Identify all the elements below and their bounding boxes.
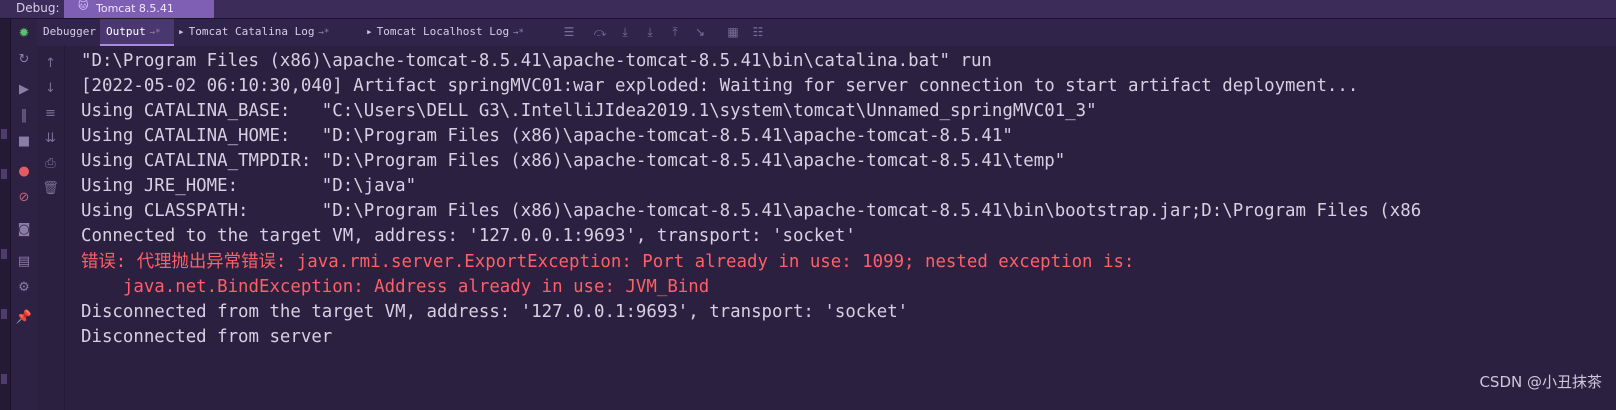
menu-icon[interactable]: ☰ xyxy=(561,24,577,40)
tab-output[interactable]: Output →* xyxy=(100,19,174,46)
strip-marker[interactable] xyxy=(1,249,7,259)
tab-label: Output xyxy=(106,25,146,38)
tab-tomcat-catalina-log[interactable]: ▸ Tomcat Catalina Log →* xyxy=(172,19,360,46)
tab-label: Tomcat Catalina Log xyxy=(188,25,315,38)
console-output[interactable]: "D:\Program Files (x86)\apache-tomcat-8.… xyxy=(65,46,1616,410)
console-icon: ▸ xyxy=(366,25,373,38)
session-tab-tomcat[interactable]: 🐱 Tomcat 8.5.41 xyxy=(64,0,214,18)
console-line: Using CATALINA_HOME: "D:\Program Files (… xyxy=(81,126,1013,146)
console-error-line: 错误: 代理抛出异常错误: java.rmi.server.ExportExce… xyxy=(81,252,1135,272)
scroll-up-icon[interactable]: ↑ xyxy=(41,54,60,73)
pause-icon[interactable]: ‖ xyxy=(15,107,33,125)
tab-pin: →* xyxy=(149,28,161,38)
console-error-line: java.net.BindException: Address already … xyxy=(81,277,710,297)
layout-icon[interactable]: ▤ xyxy=(15,253,33,271)
strip-marker[interactable] xyxy=(1,374,7,384)
step-into-icon[interactable]: ⤓ xyxy=(617,24,633,40)
tab-label: Tomcat Localhost Log xyxy=(376,25,510,38)
debug-label: Debug: xyxy=(16,1,60,15)
console-icon: ▸ xyxy=(178,25,185,38)
camera-icon[interactable]: ◙ xyxy=(15,221,33,239)
console-line: Disconnected from server xyxy=(81,327,333,347)
evaluate-icon[interactable]: ▦ xyxy=(725,24,741,40)
step-out-icon[interactable]: ⤒ xyxy=(667,24,683,40)
trace-icon[interactable]: ☷ xyxy=(750,24,766,40)
console-line: Using JRE_HOME: "D:\java" xyxy=(81,176,417,196)
console-line: Using CATALINA_BASE: "C:\Users\DELL G3\.… xyxy=(81,101,1097,121)
tab-debugger[interactable]: Debugger xyxy=(37,19,105,46)
tab-tomcat-localhost-log[interactable]: ▸ Tomcat Localhost Log →* xyxy=(360,19,556,46)
debug-bar: Debug: 🐱 Tomcat 8.5.41 xyxy=(0,0,1616,19)
console-line: [2022-05-02 06:10:30,040] Artifact sprin… xyxy=(81,76,1359,96)
console-line: Using CATALINA_TMPDIR: "D:\Program Files… xyxy=(81,151,1066,171)
watermark: CSDN @小丑抹茶 xyxy=(1479,373,1602,391)
rerun-icon[interactable]: ↻ xyxy=(15,51,33,69)
resume-icon[interactable]: ▶ xyxy=(15,81,33,99)
mute-breakpoints-icon[interactable]: ⊘ xyxy=(15,189,33,207)
strip-marker[interactable] xyxy=(1,169,7,179)
debug-tab-row: Debugger Output →* ▸ Tomcat Catalina Log →*… xyxy=(37,19,1616,47)
view-breakpoints-icon[interactable]: ● xyxy=(15,163,33,181)
strip-marker[interactable] xyxy=(1,309,7,319)
tab-pin: →* xyxy=(318,28,330,38)
console-line: Using CLASSPATH: "D:\Program Files (x86)… xyxy=(81,201,1422,221)
left-tool-strip xyxy=(0,19,11,410)
debug-side-toolbar: ✹ ↻ ▶ ‖ ■ ● ⊘ ◙ ▤ ⚙ 📌 xyxy=(11,19,38,410)
bug-icon[interactable]: ✹ xyxy=(15,25,33,43)
clear-all-icon[interactable]: 🗑 xyxy=(41,179,60,198)
strip-marker[interactable] xyxy=(1,129,7,139)
tab-label: Debugger xyxy=(43,25,96,38)
print-icon[interactable]: ⎙ xyxy=(41,154,60,173)
pin-icon[interactable]: 📌 xyxy=(15,309,33,327)
soft-wrap-icon[interactable]: ≡ xyxy=(41,104,60,123)
tomcat-icon: 🐱 xyxy=(78,1,89,12)
console-toolbar: ↑ ↓ ≡ ⇊ ⎙ 🗑 xyxy=(37,46,65,410)
scroll-down-icon[interactable]: ↓ xyxy=(41,79,60,98)
force-step-into-icon[interactable]: ⤓ xyxy=(642,24,658,40)
console-line: Disconnected from the target VM, address… xyxy=(81,302,909,322)
step-over-icon[interactable]: ⤼ xyxy=(592,24,608,40)
session-tab-label: Tomcat 8.5.41 xyxy=(96,2,174,15)
stop-icon[interactable]: ■ xyxy=(15,133,33,151)
run-to-cursor-icon[interactable]: ↘ xyxy=(692,24,708,40)
settings-icon[interactable]: ⚙ xyxy=(15,279,33,297)
tab-pin: →* xyxy=(513,28,524,38)
console-line: Connected to the target VM, address: '12… xyxy=(81,226,856,246)
scroll-to-end-icon[interactable]: ⇊ xyxy=(41,129,60,148)
console-line: "D:\Program Files (x86)\apache-tomcat-8.… xyxy=(81,51,992,71)
